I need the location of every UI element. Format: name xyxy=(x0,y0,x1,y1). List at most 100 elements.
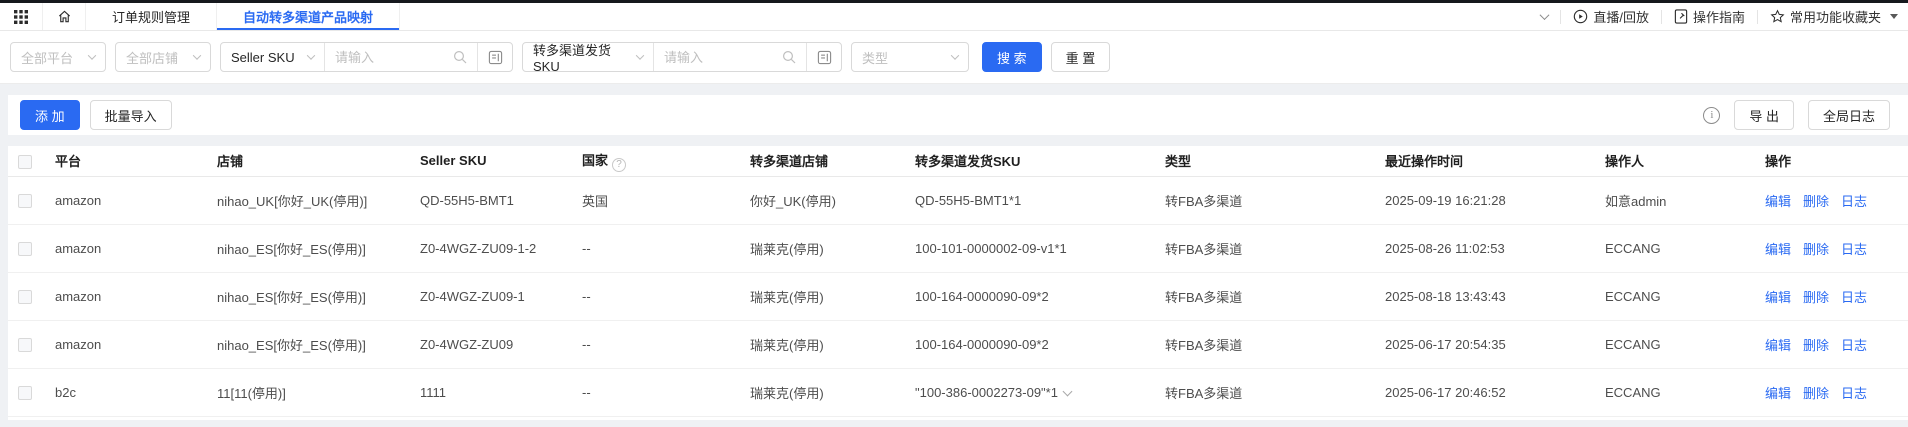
cell-actions: 编辑 删除 日志 xyxy=(1752,320,1908,368)
home-icon xyxy=(58,10,70,23)
tabs-collapse-chevron-icon[interactable] xyxy=(1539,10,1550,21)
channel-sku-value: 100-164-0000090-09*2 xyxy=(915,288,1049,304)
delete-link[interactable]: 删除 xyxy=(1803,242,1829,257)
delete-link[interactable]: 删除 xyxy=(1803,194,1829,209)
cell-platform: amazon xyxy=(55,288,102,304)
search-button[interactable]: 搜 索 xyxy=(982,42,1042,72)
export-button[interactable]: 导 出 xyxy=(1734,100,1794,130)
divider xyxy=(1660,9,1662,24)
reset-button[interactable]: 重 置 xyxy=(1050,42,1111,72)
cell-channel-sku: "100-386-0002273-09"*1 xyxy=(902,368,1152,416)
shop-select[interactable]: 全部店铺 xyxy=(115,42,211,72)
row-checkbox[interactable] xyxy=(18,289,32,304)
info-icon[interactable]: i xyxy=(1703,106,1721,124)
seller-sku-input[interactable] xyxy=(325,43,443,71)
batch-import-button[interactable]: 批量导入 xyxy=(89,100,172,130)
filter-bar: 全部平台 全部店铺 Seller SKU 转多渠道发货SKU xyxy=(0,31,1908,84)
cell-shop: nihao_ES[你好_ES(停用)] xyxy=(217,289,366,305)
tab-label: 自动转多渠道产品映射 xyxy=(243,10,374,25)
guide-button[interactable]: 操作指南 xyxy=(1674,7,1745,26)
log-link[interactable]: 日志 xyxy=(1841,290,1867,305)
favorites-button[interactable]: 常用功能收藏夹 xyxy=(1770,7,1898,26)
cell-platform: amazon xyxy=(55,192,102,208)
cell-channel-shop: 瑞莱克(停用) xyxy=(750,289,824,305)
table-row: amazon nihao_ES[你好_ES(停用)] Z0-4WGZ-ZU09-1-… xyxy=(8,272,1908,320)
home-button[interactable] xyxy=(42,3,86,30)
channel-sku-field-select[interactable]: 转多渠道发货SKU xyxy=(523,43,653,74)
select-all-checkbox[interactable] xyxy=(18,154,32,169)
cell-channel-sku: 100-164-0000090-09*2 xyxy=(902,320,1152,368)
cell-country: -- xyxy=(582,288,591,304)
row-checkbox[interactable] xyxy=(18,241,32,256)
col-operator: 操作人 xyxy=(1592,146,1752,177)
table-body: amazon nihao_UK[你好_UK(停用)] QD-55H5-BMT1 英国 你… xyxy=(8,176,1908,416)
delete-link[interactable]: 删除 xyxy=(1803,290,1829,305)
platform-select[interactable]: 全部平台 xyxy=(10,42,106,72)
mapping-table-card: 平台 店铺 Seller SKU 国家? 转多渠道店铺 转多渠道发货SKU 类型… xyxy=(8,146,1908,420)
cell-country: 英国 xyxy=(582,193,609,209)
apps-menu-button[interactable] xyxy=(0,3,42,30)
cell-type: 转FBA多渠道 xyxy=(1165,193,1243,209)
nav-utility-group: 直播/回放 操作指南 常用功能收藏夹 xyxy=(1539,3,1908,30)
log-link[interactable]: 日志 xyxy=(1841,242,1867,257)
tab-auto-multichannel-mapping[interactable]: 自动转多渠道产品映射 xyxy=(217,3,401,30)
toolbar-right-group: i 导 出 全局日志 xyxy=(1703,100,1890,130)
tab-order-rules[interactable]: 订单规则管理 xyxy=(86,3,218,30)
log-link[interactable]: 日志 xyxy=(1841,194,1867,209)
sku-expand-chevron-icon[interactable] xyxy=(1062,386,1073,396)
row-checkbox[interactable] xyxy=(18,337,32,352)
seller-sku-batch-input-icon[interactable] xyxy=(478,43,512,71)
table-row: amazon nihao_ES[你好_ES(停用)] Z0-4WGZ-ZU09-1-… xyxy=(8,224,1908,272)
cell-actions: 编辑 删除 日志 xyxy=(1752,272,1908,320)
channel-sku-search-icon[interactable] xyxy=(772,43,806,71)
log-link[interactable]: 日志 xyxy=(1841,386,1867,401)
edit-link[interactable]: 编辑 xyxy=(1765,338,1791,353)
cell-channel-sku: QD-55H5-BMT1*1 xyxy=(902,176,1152,224)
edit-link[interactable]: 编辑 xyxy=(1765,242,1791,257)
channel-sku-field-label: 转多渠道发货SKU xyxy=(533,43,612,74)
type-select[interactable]: 类型 xyxy=(851,42,969,72)
log-link[interactable]: 日志 xyxy=(1841,338,1867,353)
channel-sku-value: 100-101-0000002-09-v1*1 xyxy=(915,240,1067,256)
channel-sku-batch-input-icon[interactable] xyxy=(807,43,841,71)
cell-last-op-time: 2025-08-18 13:43:43 xyxy=(1385,288,1506,304)
row-checkbox[interactable] xyxy=(18,193,32,208)
apps-grid-icon xyxy=(14,9,28,24)
cell-seller-sku: 1111 xyxy=(420,384,447,400)
platform-select-placeholder: 全部平台 xyxy=(21,50,74,66)
live-replay-button[interactable]: 直播/回放 xyxy=(1573,7,1649,26)
col-seller-sku: Seller SKU xyxy=(407,146,569,177)
cell-shop: nihao_UK[你好_UK(停用)] xyxy=(217,193,368,209)
chevron-down-icon xyxy=(192,51,202,60)
seller-sku-search-icon[interactable] xyxy=(443,43,477,71)
edit-link[interactable]: 编辑 xyxy=(1765,194,1791,209)
cell-actions: 编辑 删除 日志 xyxy=(1752,368,1908,416)
type-select-placeholder: 类型 xyxy=(862,50,889,66)
delete-link[interactable]: 删除 xyxy=(1803,338,1829,353)
tab-label: 订单规则管理 xyxy=(112,10,191,25)
cell-country: -- xyxy=(582,384,591,400)
seller-sku-field-select[interactable]: Seller SKU xyxy=(221,43,324,71)
add-button[interactable]: 添 加 xyxy=(20,100,80,130)
cell-platform: amazon xyxy=(55,240,102,256)
cell-platform: amazon xyxy=(55,336,102,352)
country-help-icon[interactable]: ? xyxy=(612,157,627,172)
top-navbar: 订单规则管理 自动转多渠道产品映射 直播/回放 操作指南 常用功能收藏夹 xyxy=(0,3,1908,31)
col-actions: 操作 xyxy=(1752,146,1908,177)
edit-link[interactable]: 编辑 xyxy=(1765,290,1791,305)
cell-channel-sku: 100-164-0000090-09*2 xyxy=(902,272,1152,320)
channel-sku-input[interactable] xyxy=(654,43,772,71)
table-header-row: 平台 店铺 Seller SKU 国家? 转多渠道店铺 转多渠道发货SKU 类型… xyxy=(8,146,1908,177)
global-log-button[interactable]: 全局日志 xyxy=(1807,100,1890,130)
cell-operator: ECCANG xyxy=(1605,384,1661,400)
table-row: amazon nihao_UK[你好_UK(停用)] QD-55H5-BMT1 英国 你… xyxy=(8,176,1908,224)
col-country-label: 国家 xyxy=(582,153,609,168)
cell-last-op-time: 2025-06-17 20:54:35 xyxy=(1385,336,1506,352)
edit-link[interactable]: 编辑 xyxy=(1765,386,1791,401)
cell-actions: 编辑 删除 日志 xyxy=(1752,224,1908,272)
channel-sku-value: QD-55H5-BMT1*1 xyxy=(915,192,1022,208)
row-checkbox[interactable] xyxy=(18,385,32,400)
col-country: 国家? xyxy=(569,146,737,177)
delete-link[interactable]: 删除 xyxy=(1803,386,1829,401)
cell-channel-sku: 100-101-0000002-09-v1*1 xyxy=(902,224,1152,272)
